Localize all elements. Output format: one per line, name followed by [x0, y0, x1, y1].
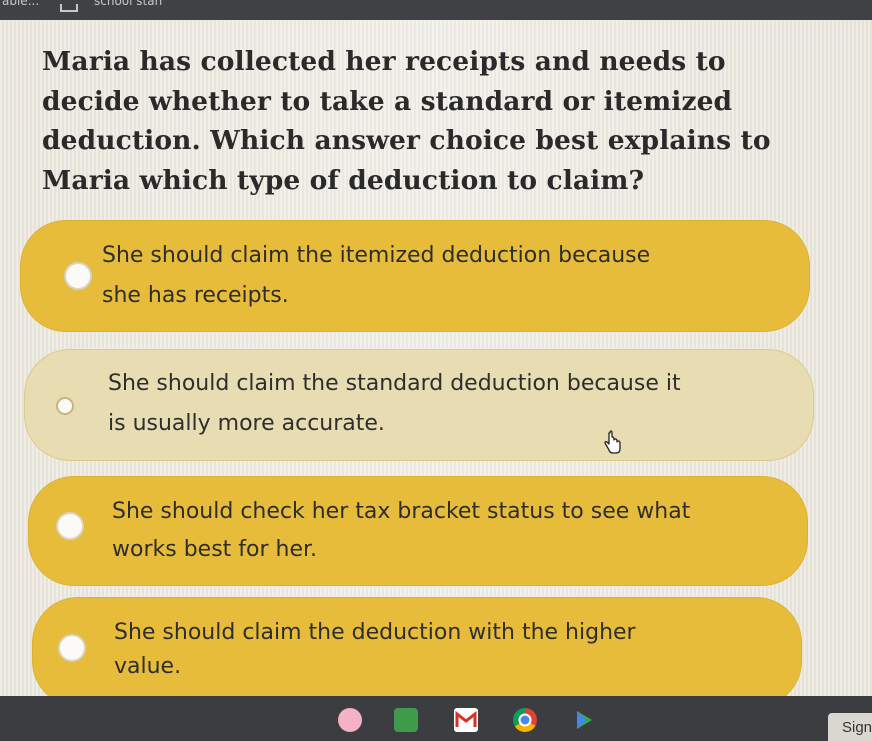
option-d-line1: She should claim the deduction with the …: [114, 620, 636, 645]
option-c-line1: She should check her tax bracket status …: [112, 499, 691, 524]
question-page: Maria has collected her receipts and nee…: [0, 20, 872, 696]
radio-button-b[interactable]: [56, 397, 74, 415]
answer-option-a[interactable]: She should claim the itemized deduction …: [20, 220, 810, 332]
option-d-line2: value.: [114, 654, 182, 679]
hand-cursor-icon: [604, 430, 621, 454]
answer-option-d[interactable]: She should claim the deduction with the …: [32, 597, 802, 696]
play-store-app-icon[interactable]: [572, 708, 596, 732]
browser-top-strip: able... school stan: [0, 0, 872, 20]
sign-in-button[interactable]: Sign: [828, 713, 872, 741]
option-a-line2: she has receipts.: [102, 283, 289, 308]
answer-option-c[interactable]: She should check her tax bracket status …: [28, 476, 808, 586]
option-b-line2: is usually more accurate.: [108, 411, 385, 436]
radio-button-d[interactable]: [58, 634, 86, 662]
taskbar: Sign: [0, 696, 872, 741]
radio-button-a[interactable]: [64, 262, 92, 290]
tab-fragment-right: school stan: [94, 0, 163, 8]
radio-button-c[interactable]: [56, 512, 84, 540]
answer-option-b[interactable]: She should claim the standard deduction …: [24, 349, 814, 461]
question-text: Maria has collected her receipts and nee…: [42, 46, 771, 196]
option-a-line1: She should claim the itemized deduction …: [102, 243, 651, 268]
option-c-line2: works best for her.: [112, 537, 318, 562]
paint-app-icon[interactable]: [338, 708, 362, 732]
option-b-line1: She should claim the standard deduction …: [108, 371, 681, 396]
window-icon: [60, 4, 78, 12]
tab-fragment-left: able...: [2, 0, 40, 8]
chrome-app-icon[interactable]: [513, 708, 537, 732]
gmail-app-icon[interactable]: [454, 708, 478, 732]
classroom-app-icon[interactable]: [394, 708, 418, 732]
